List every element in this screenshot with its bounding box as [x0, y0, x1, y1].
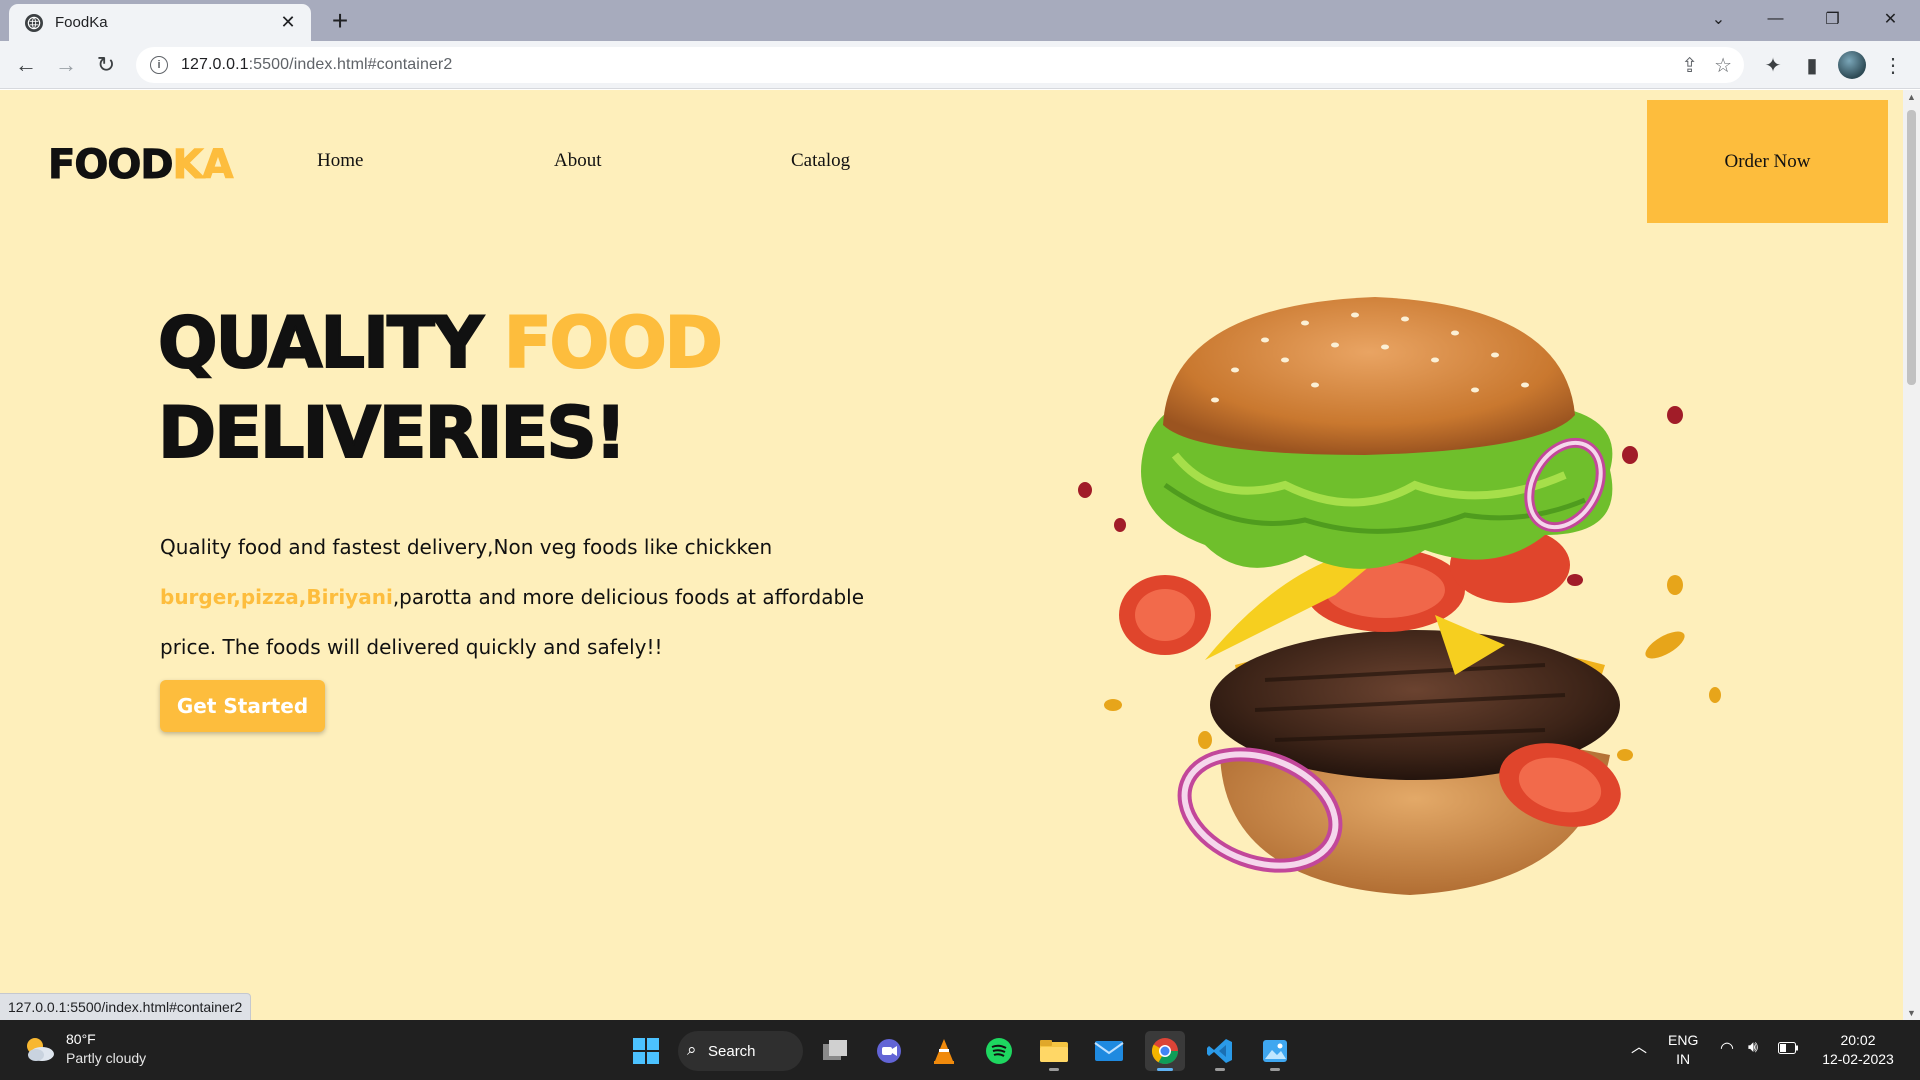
- task-view-icon[interactable]: [815, 1031, 855, 1071]
- vlc-icon[interactable]: [924, 1031, 964, 1071]
- nav-catalog[interactable]: Catalog: [791, 150, 850, 172]
- extensions-puzzle-icon[interactable]: ✦: [1758, 50, 1788, 80]
- taskbar-search[interactable]: ⌕ Search: [678, 1031, 803, 1071]
- info-icon[interactable]: i: [150, 56, 168, 74]
- weather-widget[interactable]: 80°F Partly cloudy: [22, 1030, 146, 1068]
- weather-temperature: 80°F: [66, 1031, 96, 1047]
- search-icon: ⌕: [687, 1040, 697, 1059]
- page-scrollbar[interactable]: ▲ ▼: [1903, 90, 1920, 1020]
- restore-button[interactable]: ❐: [1804, 0, 1861, 38]
- tab-title: FoodKa: [55, 14, 108, 31]
- photos-icon[interactable]: [1255, 1031, 1295, 1071]
- nav-about[interactable]: About: [554, 150, 602, 172]
- battery-icon[interactable]: [1778, 1040, 1798, 1059]
- clock[interactable]: 20:02 12-02-2023: [1818, 1031, 1898, 1069]
- page-viewport: FOODKA Home About Catalog Order Now QUAL…: [0, 90, 1903, 1020]
- scroll-up-arrow-icon[interactable]: ▲: [1907, 92, 1916, 102]
- tab-search-chevron-icon[interactable]: ⌄: [1690, 0, 1747, 38]
- more-menu-icon[interactable]: ⋮: [1878, 50, 1908, 80]
- side-panel-icon[interactable]: ▮: [1797, 50, 1827, 80]
- bookmark-star-icon[interactable]: ☆: [1714, 53, 1732, 78]
- address-bar-actions: ⇪ ☆: [1681, 53, 1732, 78]
- running-indicator: [1215, 1068, 1225, 1071]
- burger-image: [1078, 297, 1721, 895]
- mail-icon[interactable]: [1089, 1031, 1129, 1071]
- search-label: Search: [708, 1042, 756, 1060]
- back-arrow-icon[interactable]: ←: [10, 49, 42, 81]
- new-tab-button[interactable]: +: [325, 6, 355, 36]
- partly-cloudy-icon: [27, 1038, 54, 1061]
- clock-time: 20:02: [1840, 1032, 1876, 1048]
- nav-home[interactable]: Home: [317, 150, 363, 172]
- vscode-icon[interactable]: [1200, 1031, 1240, 1071]
- browser-toolbar: ← → ↻ i 127.0.0.1:5500/index.html#contai…: [0, 41, 1920, 89]
- browser-tab-strip: FoodKa ✕ + ⌄ — ❐ ✕: [0, 0, 1920, 41]
- wifi-icon[interactable]: ◠: [1720, 1039, 1734, 1058]
- close-window-button[interactable]: ✕: [1862, 0, 1919, 38]
- chrome-icon[interactable]: [1145, 1031, 1185, 1071]
- get-started-button[interactable]: Get Started: [160, 680, 325, 732]
- address-bar[interactable]: i 127.0.0.1:5500/index.html#container2 ⇪…: [136, 47, 1744, 83]
- clock-date: 12-02-2023: [1822, 1051, 1894, 1067]
- active-indicator: [1157, 1068, 1173, 1071]
- windows-taskbar: 80°F Partly cloudy ⌕ Search ︿ ENG IN ◠ 🔊…: [0, 1020, 1920, 1080]
- hero-title: QUALITY FOOD DELIVERIES!: [157, 301, 724, 475]
- weather-condition: Partly cloudy: [66, 1050, 147, 1066]
- windows-start-icon[interactable]: [626, 1031, 666, 1071]
- file-explorer-icon[interactable]: [1034, 1031, 1074, 1071]
- browser-tab[interactable]: FoodKa ✕: [9, 4, 311, 41]
- teams-chat-icon[interactable]: [869, 1031, 909, 1071]
- globe-icon: [25, 13, 43, 32]
- share-icon[interactable]: ⇪: [1681, 53, 1698, 78]
- volume-icon[interactable]: 🔊︎: [1748, 1038, 1758, 1057]
- running-indicator: [1049, 1068, 1059, 1071]
- forward-arrow-icon[interactable]: →: [50, 49, 82, 81]
- minimize-button[interactable]: —: [1747, 0, 1804, 38]
- language-indicator[interactable]: ENG IN: [1668, 1031, 1698, 1069]
- show-hidden-icons-chevron-icon[interactable]: ︿: [1631, 1038, 1647, 1057]
- spotify-icon[interactable]: [979, 1031, 1019, 1071]
- running-indicator: [1270, 1068, 1280, 1071]
- profile-avatar[interactable]: [1838, 51, 1866, 79]
- site-logo[interactable]: FOODKA: [48, 142, 234, 189]
- close-tab-icon[interactable]: ✕: [277, 12, 299, 34]
- address-url: 127.0.0.1:5500/index.html#container2: [181, 56, 453, 73]
- hero-description: Quality food and fastest delivery,Non ve…: [160, 535, 865, 659]
- scroll-down-arrow-icon[interactable]: ▼: [1907, 1008, 1916, 1018]
- reload-icon[interactable]: ↻: [90, 49, 122, 81]
- scrollbar-thumb[interactable]: [1907, 110, 1916, 385]
- order-now-button[interactable]: Order Now: [1647, 100, 1888, 223]
- status-bar-url: 127.0.0.1:5500/index.html#container2: [0, 993, 252, 1020]
